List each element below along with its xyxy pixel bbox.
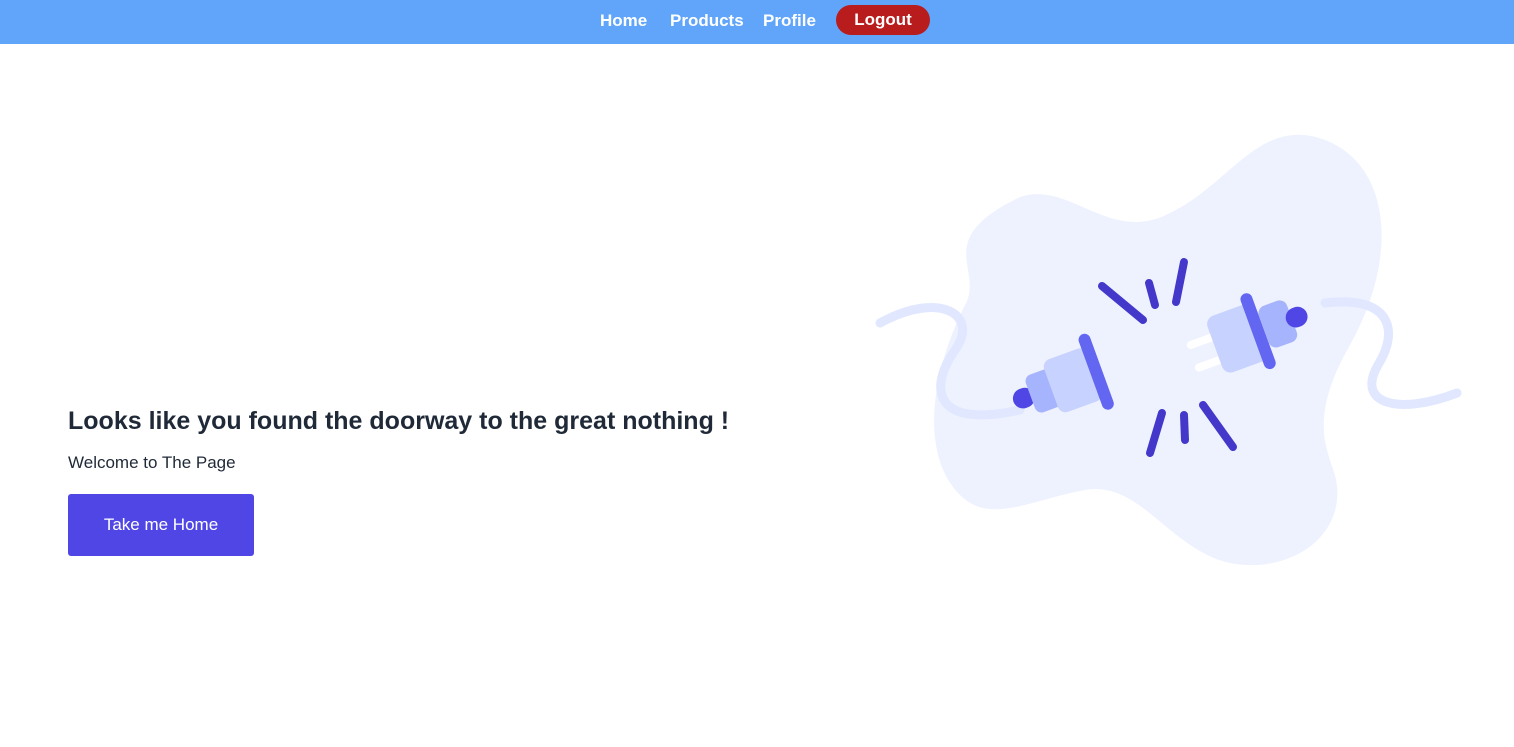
logout-button[interactable]: Logout [836, 5, 930, 35]
unplugged-cable-icon [875, 134, 1462, 566]
welcome-text: Welcome to The Page [68, 453, 236, 472]
top-navbar: Home Products Profile Logout [0, 0, 1514, 44]
page-title: Looks like you found the doorway to the … [68, 407, 730, 435]
background-blob [934, 134, 1382, 566]
nav-link-home[interactable]: Home [600, 11, 647, 31]
nav-link-products[interactable]: Products [670, 11, 744, 31]
nav-link-profile[interactable]: Profile [763, 11, 816, 31]
error-message-section: Looks like you found the doorway to the … [68, 404, 768, 556]
take-me-home-button[interactable]: Take me Home [68, 494, 254, 556]
